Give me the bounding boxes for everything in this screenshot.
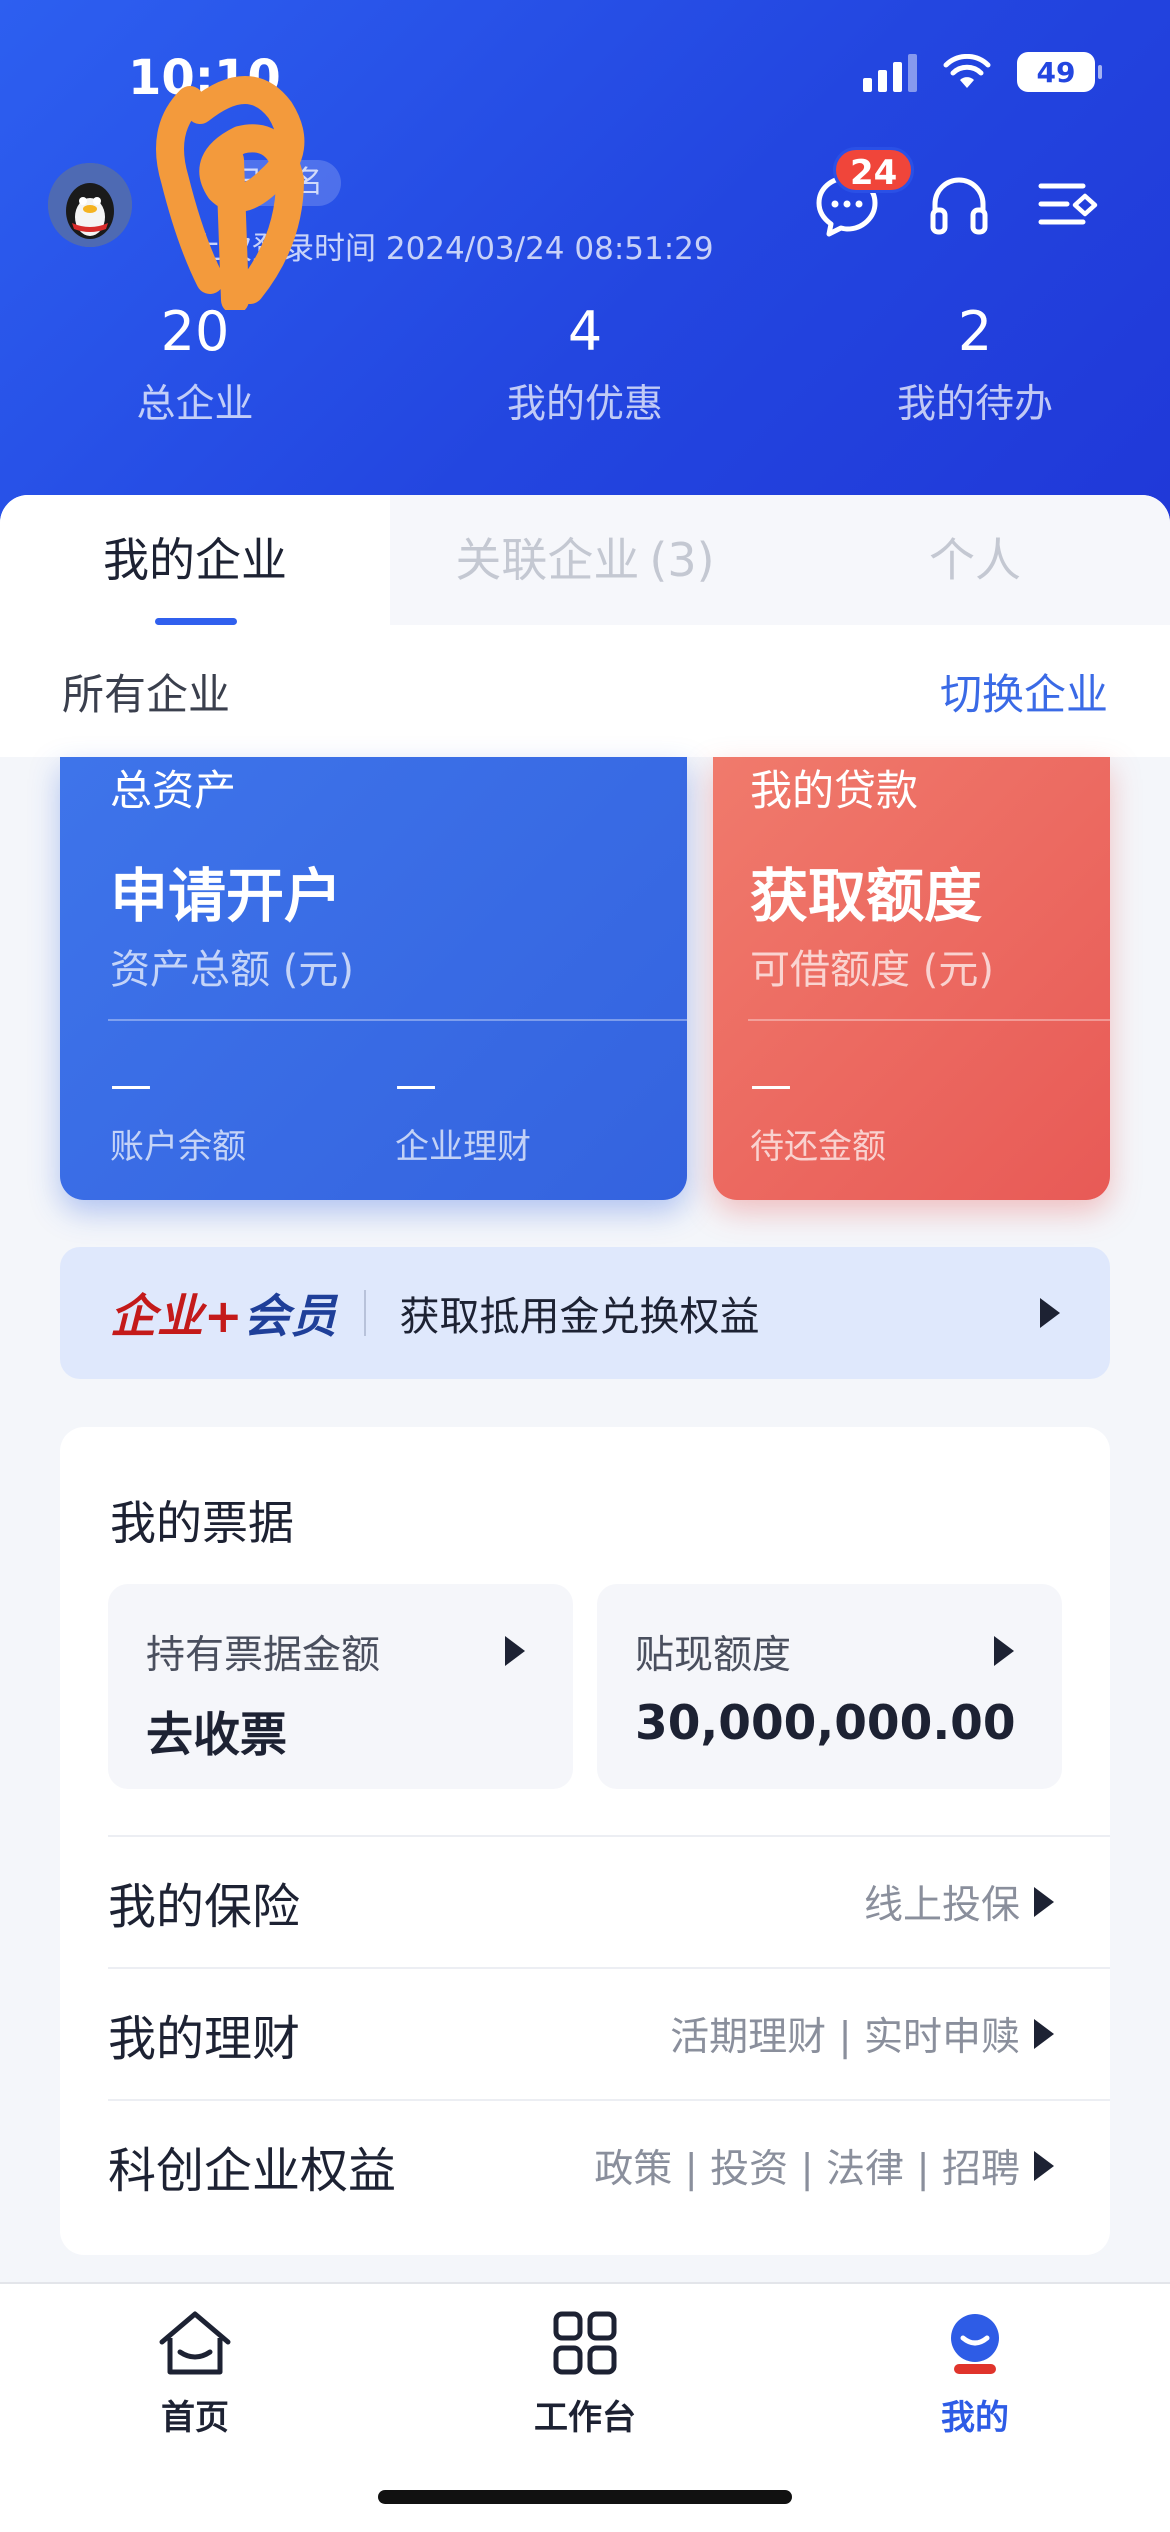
battery-level: 49 [1036, 55, 1076, 89]
item-value: — [750, 1060, 792, 1109]
penguin-avatar-icon [48, 163, 132, 247]
headset-icon[interactable] [925, 172, 993, 240]
cellular-signal-icon [863, 52, 917, 92]
stat-value: 2 [957, 300, 993, 363]
row-my-insurance[interactable]: 我的保险 线上投保 [108, 1835, 1110, 1967]
row-tech-enterprise-benefits[interactable]: 科创企业权益 政策 | 投资 | 法律 | 招聘 [108, 2099, 1110, 2231]
tabbar-label: 工作台 [534, 2398, 636, 2438]
my-loan-card[interactable]: 我的贷款 获取额度 可借额度 (元) — 待还金额 [713, 757, 1110, 1200]
grid-icon [553, 2311, 617, 2375]
item-label: 待还金额 [750, 1127, 886, 1167]
stat-label: 总企业 [136, 382, 254, 427]
divider [108, 1019, 687, 1021]
logo-plus: + [204, 1289, 244, 1343]
home-indicator [378, 2490, 792, 2504]
row-label: 我的保险 [108, 1879, 301, 1935]
row-label: 科创企业权益 [108, 2143, 397, 2199]
tab-label: 个人 [929, 533, 1021, 587]
row-label: 我的理财 [108, 2011, 301, 2067]
card-subtitle: 可借额度 (元) [750, 947, 994, 993]
profile-header: 10:10 49 已实名 上次登录时间 2024/03/24 08:51:29 … [0, 0, 1170, 540]
row-action-text: 线上投保 [863, 1883, 1020, 1928]
stat-my-offers[interactable]: 4 我的优惠 [390, 300, 780, 429]
total-assets-card[interactable]: 总资产 申请开户 资产总额 (元) — 账户余额 — 企业理财 [60, 757, 687, 1200]
bill-label: 贴现额度 [635, 1633, 792, 1678]
tab-personal[interactable]: 个人 [780, 495, 1170, 625]
tabbar-mine[interactable]: 我的 [855, 2308, 1095, 2439]
banner-text: 获取抵用金兑换权益 [399, 1294, 760, 1340]
card-title: 总资产 [110, 766, 237, 815]
item-value: — [110, 1060, 152, 1109]
home-icon [159, 2311, 231, 2375]
arrow-right-icon [505, 1636, 525, 1666]
tab-related-enterprise[interactable]: 关联企业 (3) [390, 495, 780, 625]
get-quota-text: 获取额度 [750, 862, 983, 930]
row-action-text: 活期理财 | 实时申赎 [670, 2015, 1020, 2060]
row-action: 政策 | 投资 | 法律 | 招聘 [594, 2138, 1054, 2194]
stat-my-todos[interactable]: 2 我的待办 [780, 300, 1170, 429]
message-badge: 24 [833, 147, 915, 193]
stat-label: 我的待办 [896, 382, 1053, 427]
arrow-right-icon [994, 1636, 1014, 1666]
tab-my-enterprise[interactable]: 我的企业 [0, 495, 390, 625]
bill-value: 30,000,000.00 [635, 1696, 1016, 1751]
stats-row: 20 总企业 4 我的优惠 2 我的待办 [0, 300, 1170, 429]
tabbar-label: 首页 [161, 2398, 229, 2438]
logo-red-text: 企业 [110, 1289, 204, 1343]
user-face-icon [951, 2314, 999, 2374]
enterprise-filter-bar: 所有企业 切换企业 [0, 625, 1170, 757]
enterprise-wealth: — 企业理财 [395, 1057, 531, 1168]
tab-label: 我的企业 [103, 533, 287, 587]
all-enterprises-label: 所有企业 [62, 669, 231, 719]
status-icons: 49 [863, 52, 1102, 92]
pending-repayment: — 待还金额 [750, 1057, 886, 1168]
card-subtitle: 资产总额 (元) [110, 947, 354, 993]
item-value: — [395, 1060, 437, 1109]
stat-value: 20 [160, 300, 230, 363]
settings-menu-icon[interactable] [1035, 172, 1103, 240]
tab-count: (3) [649, 533, 715, 587]
card-title: 我的贷款 [750, 766, 919, 815]
stat-total-enterprises[interactable]: 20 总企业 [0, 300, 390, 429]
bills-title: 我的票据 [110, 1496, 294, 1550]
open-account-text: 申请开户 [110, 862, 343, 930]
stat-label: 我的优惠 [506, 382, 663, 427]
tab-bar-top: 我的企业 关联企业 (3) 个人 [0, 495, 1170, 625]
tabbar-home[interactable]: 首页 [75, 2308, 315, 2439]
banner-divider [363, 1290, 366, 1336]
item-label: 企业理财 [395, 1127, 531, 1167]
arrow-right-icon [1034, 2019, 1054, 2049]
redaction-scribble [156, 76, 305, 310]
row-my-wealth[interactable]: 我的理财 活期理财 | 实时申赎 [108, 1967, 1110, 2099]
bills-card: 我的票据 持有票据金额 去收票 贴现额度 30,000,000.00 我的保险 … [60, 1427, 1110, 2255]
stat-value: 4 [567, 300, 603, 363]
bill-value: 去收票 [146, 1708, 287, 1763]
row-action: 活期理财 | 实时申赎 [670, 2006, 1054, 2062]
bill-label: 持有票据金额 [146, 1633, 381, 1678]
arrow-right-icon [1040, 1298, 1060, 1328]
switch-enterprise-link[interactable]: 切换企业 [940, 661, 1108, 722]
row-action: 线上投保 [864, 1874, 1054, 1930]
tabbar-workbench[interactable]: 工作台 [465, 2308, 705, 2439]
divider [748, 1019, 1110, 1021]
membership-logo: 企业+会员 [110, 1280, 338, 1346]
row-action-text: 政策 | 投资 | 法律 | 招聘 [594, 2147, 1020, 2192]
tabbar-label: 我的 [941, 2398, 1009, 2438]
battery-icon: 49 [1017, 52, 1102, 92]
account-balance: — 账户余额 [110, 1057, 246, 1168]
discount-quota-box[interactable]: 贴现额度 30,000,000.00 [597, 1584, 1062, 1789]
logo-blue-text: 会员 [243, 1289, 338, 1343]
item-label: 账户余额 [110, 1127, 246, 1167]
arrow-right-icon [1034, 1887, 1054, 1917]
held-bills-box[interactable]: 持有票据金额 去收票 [108, 1584, 573, 1789]
wifi-icon [943, 54, 991, 88]
membership-banner[interactable]: 企业+会员 获取抵用金兑换权益 [60, 1247, 1110, 1379]
tab-label: 关联企业 [455, 533, 640, 587]
arrow-right-icon [1034, 2151, 1054, 2181]
avatar[interactable] [48, 163, 132, 247]
enterprise-tabs-panel: 我的企业 关联企业 (3) 个人 所有企业 切换企业 [0, 495, 1170, 757]
